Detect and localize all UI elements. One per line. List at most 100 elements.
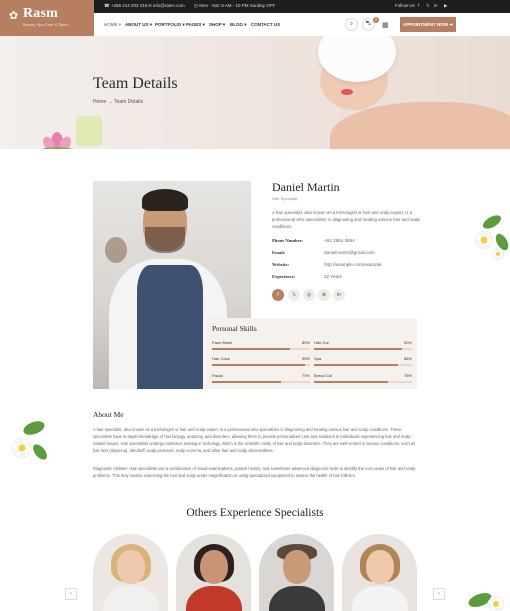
plumeria-flower-icon [474, 215, 509, 261]
background-person [105, 237, 127, 263]
skill-progress-track [212, 381, 310, 383]
card-body [186, 586, 242, 611]
others-section-title: Others Experience Specialists [186, 507, 324, 519]
photo-vest [137, 265, 203, 389]
profile-twitter-icon[interactable]: 𝕏 [288, 289, 300, 301]
skill-percent: 90% [403, 340, 412, 345]
personal-skills-panel: Personal Skills Face Wash 80% Hair Cut 90% H… [206, 318, 417, 389]
card-face [366, 550, 394, 584]
skill-name: Hair Color [212, 356, 231, 361]
candle-image [76, 116, 102, 146]
nav-home-label: HOME [104, 22, 118, 27]
appointment-button[interactable]: APPOINTMENT NOW ➜ [400, 17, 456, 32]
carousel-next-button[interactable]: › [433, 588, 445, 600]
nav-contact[interactable]: CONTACT US [251, 22, 280, 27]
breadcrumb-arrow-icon: → [107, 99, 113, 105]
card-face [117, 550, 145, 584]
card-body [352, 586, 408, 611]
skill-name: Facial [212, 373, 223, 378]
skill-percent: 75% [403, 373, 412, 378]
nav-home[interactable]: HOME ▾ [104, 22, 121, 28]
breadcrumb-home[interactable]: Home [93, 99, 106, 105]
nav-shop-label: SHOP [209, 22, 222, 27]
nav-portfolio-label: PORTFOLIO [155, 22, 182, 27]
breadcrumb-current: Team Details [114, 99, 143, 105]
page-hero: Team Details Home → Team Details [0, 36, 510, 149]
member-role: Hair Specialist [272, 196, 298, 201]
nav-shop[interactable]: SHOP ▾ [209, 22, 225, 28]
skill-progress-fill [212, 381, 281, 383]
skill-progress-fill [212, 348, 291, 350]
skill-progress-fill [314, 381, 388, 383]
appointment-label: APPOINTMENT NOW [402, 22, 448, 27]
nav-pages[interactable]: PAGES ▾ [186, 22, 205, 28]
nav-about[interactable]: ABOUT US ▾ [125, 22, 152, 28]
cart-count-badge: 0 [373, 17, 379, 23]
skill-name: Hair Cut [314, 340, 329, 345]
skill-progress-track [212, 364, 310, 366]
photo-beard [145, 227, 185, 253]
skill-name: Face Wash [212, 340, 233, 345]
info-phone-label: Phone Number: [272, 238, 304, 243]
hours-text: Mon - Sat: 8 AM - 10 PM Sunday OFF [199, 3, 276, 8]
profile-pinterest-icon[interactable]: ⊕ [318, 289, 330, 301]
skill-progress-fill [314, 364, 399, 366]
email-info[interactable]: ✉ info@rasm.com [148, 3, 185, 9]
specialist-card[interactable] [259, 534, 334, 611]
phone-info[interactable]: ☎ +256 214 203 215 [104, 3, 147, 9]
skill-progress-track [314, 381, 412, 383]
profile-instagram-icon[interactable]: ◎ [303, 289, 315, 301]
skill-percent: 95% [301, 356, 310, 361]
plumeria-flower-bottom-icon [468, 593, 505, 611]
specialist-card[interactable] [176, 534, 251, 611]
lotus-flower-icon [41, 132, 73, 149]
logo-flower-icon: ✿ [9, 10, 19, 22]
page-title: Team Details [93, 75, 178, 92]
skill-percent: 86% [403, 356, 412, 361]
info-website-label: Website: [272, 262, 290, 267]
info-experience-value: 22 Years [324, 274, 342, 279]
search-icon[interactable]: ⌕ [345, 18, 358, 31]
nav-blog[interactable]: BLOG ▾ [230, 22, 247, 28]
skill-percent: 70% [301, 373, 310, 378]
skill-progress-track [314, 348, 412, 350]
nav-blog-label: BLOG [230, 22, 243, 27]
nav-portfolio[interactable]: PORTFOLIO ▾ [155, 22, 185, 28]
info-phone-value[interactable]: +92 2564 3654 [324, 238, 355, 243]
skill-progress-track [314, 364, 412, 366]
skill-percent: 80% [301, 340, 310, 345]
card-face [283, 550, 311, 584]
specialist-card[interactable] [93, 534, 168, 611]
info-email-value[interactable]: danielmartin@gmail.com [324, 250, 375, 255]
brand-tagline: Beauty Spa Care & Salon [23, 22, 69, 27]
twitter-icon[interactable]: 𝕏 [426, 3, 430, 9]
profile-facebook-icon[interactable]: f [272, 289, 284, 301]
logo[interactable]: ✿ Rasm Beauty Spa Care & Salon [0, 0, 94, 36]
skill-progress-fill [314, 348, 403, 350]
carousel-prev-button[interactable]: ‹ [65, 588, 77, 600]
card-body [103, 586, 159, 611]
profile-linkedin-icon[interactable]: in [333, 289, 345, 301]
about-paragraph-1: A hair specialist, also known as a trich… [93, 427, 416, 453]
card-body [269, 586, 325, 611]
facebook-icon[interactable]: f [418, 3, 419, 8]
specialist-card[interactable] [342, 534, 417, 611]
hero-model-lips [341, 89, 353, 95]
nav-pages-label: PAGES [186, 22, 202, 27]
hours-info: ◷ Mon - Sat: 8 AM - 10 PM Sunday OFF [194, 3, 276, 8]
info-experience-label: Experience: [272, 274, 296, 279]
info-website-value[interactable]: http://example.com/example [324, 262, 381, 267]
breadcrumb: Home → Team Details [93, 99, 143, 105]
menu-grid-icon[interactable]: ▦ [382, 21, 389, 29]
linkedin-icon[interactable]: in [434, 3, 438, 8]
skills-title: Personal Skills [212, 324, 257, 333]
nav-about-label: ABOUT US [125, 22, 149, 27]
skill-name: Spa [314, 356, 322, 361]
youtube-icon[interactable]: ▶ [444, 3, 447, 9]
brand-name: Rasm [23, 6, 59, 21]
info-email-label: Email: [272, 250, 286, 255]
nav-contact-label: CONTACT US [251, 22, 281, 27]
skill-name: Bread Cut [314, 373, 333, 378]
about-paragraph-2: Diagnostic Abilities: Hair specialists u… [93, 466, 416, 478]
phone-text: +256 214 203 215 [110, 3, 148, 8]
